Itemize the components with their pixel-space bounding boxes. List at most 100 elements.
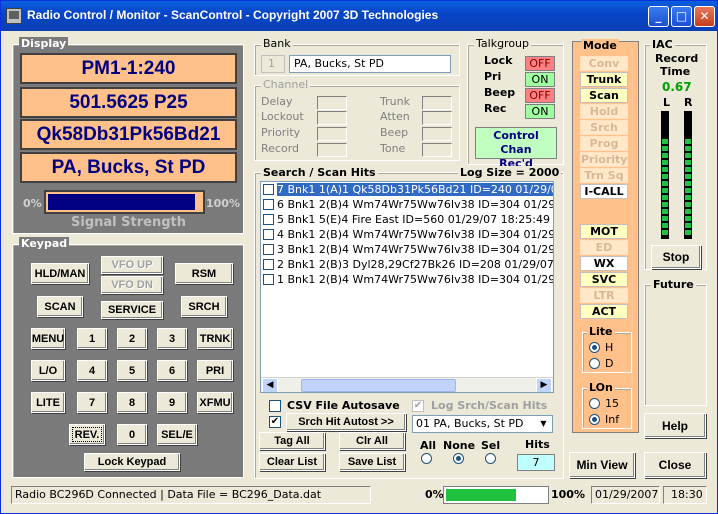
mode-act[interactable]: ACT — [580, 304, 628, 319]
mode-ltr[interactable]: LTR — [580, 288, 628, 303]
bank-select-dropdown[interactable]: 01 PA, Bucks, St PD ▼ — [412, 415, 553, 433]
clear-list-button[interactable]: Clear List — [259, 453, 325, 471]
mode-ed[interactable]: ED — [580, 240, 628, 255]
trnk-button[interactable]: TRNK — [197, 328, 233, 349]
title-bar: Radio Control / Monitor - ScanControl - … — [1, 1, 717, 31]
maximize-button[interactable]: □ — [671, 6, 692, 27]
key-2[interactable]: 2 — [117, 328, 147, 349]
vfo-dn-button[interactable]: VFO DN — [101, 276, 163, 294]
save-list-button[interactable]: Save List — [339, 453, 405, 471]
list-item[interactable]: 2 Bnk1 2(B)3 Dyl28,29Cf27Bk26 ID=208 01/… — [263, 258, 553, 273]
service-button[interactable]: SERVICE — [101, 301, 163, 319]
select-all-radio[interactable] — [421, 453, 432, 464]
scroll-thumb[interactable] — [301, 379, 456, 392]
lite-h-radio[interactable] — [589, 342, 600, 353]
ch-priority-box — [317, 127, 347, 141]
tg-rec-indicator[interactable]: ON — [525, 104, 555, 119]
key-7[interactable]: 7 — [77, 392, 107, 413]
key-3[interactable]: 3 — [157, 328, 187, 349]
talkgroup-group-label: Talkgroup — [474, 37, 532, 50]
min-view-button[interactable]: Min View — [569, 452, 635, 478]
mode-trn-sq[interactable]: Trn Sq — [580, 168, 628, 183]
lock-keypad-button[interactable]: Lock Keypad — [84, 453, 180, 471]
bank-number-field[interactable]: 1 — [261, 55, 285, 73]
tg-pri-indicator[interactable]: ON — [525, 72, 555, 87]
mode-i-call[interactable]: I-CALL — [580, 184, 628, 199]
scan-button[interactable]: SCAN — [37, 296, 83, 317]
close-button[interactable]: Close — [644, 452, 706, 478]
mode-conv[interactable]: Conv — [580, 56, 628, 71]
lite-group-label: Lite — [587, 325, 615, 338]
key-8[interactable]: 8 — [117, 392, 147, 413]
mode-prog[interactable]: Prog — [580, 136, 628, 151]
mode-svc[interactable]: SVC — [580, 272, 628, 287]
menu-button[interactable]: MENU — [31, 328, 65, 349]
meter-segment — [685, 167, 691, 172]
srch-hit-autost-button[interactable]: Srch Hit Autost >> — [286, 413, 406, 431]
key-9[interactable]: 9 — [157, 392, 187, 413]
lite-button[interactable]: LITE — [31, 392, 65, 413]
vfo-up-button[interactable]: VFO UP — [101, 256, 163, 274]
list-item[interactable]: 5 Bnk1 5(E)4 Fire East ID=560 01/29/07 1… — [263, 213, 553, 228]
pri-button[interactable]: PRI — [197, 360, 233, 381]
chevron-down-icon[interactable]: ▼ — [536, 417, 551, 431]
key-6[interactable]: 6 — [157, 360, 187, 381]
ch-trunk-label: Trunk — [380, 95, 410, 108]
close-window-button[interactable]: ✕ — [694, 6, 715, 27]
srch-hit-autost-checkbox[interactable]: ✔ — [269, 416, 281, 428]
meter-segment — [662, 146, 668, 151]
lon-15-radio[interactable] — [589, 398, 600, 409]
mode-scan[interactable]: Scan — [580, 88, 628, 103]
scroll-right-arrow-icon[interactable]: ▶ — [536, 378, 552, 392]
list-item[interactable]: 3 Bnk1 2(B)4 Wm74Wr75Ww76Iv38 ID=304 01/… — [263, 243, 553, 258]
window-title: Radio Control / Monitor - ScanControl - … — [27, 8, 439, 22]
sel-e-button[interactable]: SEL/E — [157, 424, 197, 445]
select-none-radio[interactable] — [453, 453, 464, 464]
horizontal-scrollbar[interactable]: ◀ ▶ — [261, 377, 553, 392]
mode-wx[interactable]: WX — [580, 256, 628, 271]
mode-hold[interactable]: Hold — [580, 104, 628, 119]
tg-beep-indicator[interactable]: OFF — [525, 88, 555, 103]
list-item[interactable]: 4 Bnk1 2(B)4 Wm74Wr75Ww76Iv38 ID=304 01/… — [263, 228, 553, 243]
rsm-button[interactable]: RSM — [175, 263, 233, 284]
mode-srch[interactable]: Srch — [580, 120, 628, 135]
list-item[interactable]: 7 Bnk1 1(A)1 Qk58Db31Pk56Bd21 ID=240 01/… — [263, 183, 553, 198]
minimize-button[interactable]: _ — [648, 6, 669, 27]
mode-mot[interactable]: MOT — [580, 224, 628, 239]
future-group — [644, 284, 707, 406]
help-button[interactable]: Help — [644, 413, 706, 438]
meter-segment — [662, 160, 668, 165]
list-item[interactable]: 1 Bnk1 2(B)4 Wm74Wr75Ww76Iv38 ID=304 01/… — [263, 273, 553, 288]
meter-segment — [662, 139, 668, 144]
key-0[interactable]: 0 — [117, 424, 147, 445]
lo-button[interactable]: L/O — [31, 360, 65, 381]
select-sel-label: Sel — [481, 439, 501, 452]
tg-lock-indicator[interactable]: OFF — [525, 56, 555, 71]
hits-list[interactable]: 7 Bnk1 1(A)1 Qk58Db31Pk56Bd21 ID=240 01/… — [260, 181, 554, 393]
scroll-left-arrow-icon[interactable]: ◀ — [262, 378, 278, 392]
lite-d-radio[interactable] — [589, 358, 600, 369]
display-line-1: PM1-1:240 — [20, 53, 237, 84]
hld-man-button[interactable]: HLD/MAN — [31, 263, 89, 284]
csv-autosave-checkbox[interactable] — [269, 400, 281, 412]
key-1[interactable]: 1 — [77, 328, 107, 349]
mode-priority[interactable]: Priority — [580, 152, 628, 167]
ch-delay-label: Delay — [261, 95, 293, 108]
srch-button[interactable]: SRCH — [181, 296, 227, 317]
clr-all-button[interactable]: Clr All — [339, 432, 405, 450]
ch-trunk-box — [422, 96, 452, 110]
lon-inf-radio[interactable] — [589, 414, 600, 425]
select-sel-radio[interactable] — [485, 453, 496, 464]
meter-segment — [662, 230, 668, 235]
key-5[interactable]: 5 — [117, 360, 147, 381]
mode-trunk[interactable]: Trunk — [580, 72, 628, 87]
stop-button[interactable]: Stop — [651, 245, 701, 269]
tag-all-button[interactable]: Tag All — [259, 432, 325, 450]
log-srch-checkbox[interactable]: ✔ — [412, 400, 424, 412]
list-item[interactable]: 6 Bnk1 2(B)4 Wm74Wr75Ww76Iv38 ID=304 01/… — [263, 198, 553, 213]
meter-segment — [662, 223, 668, 228]
rev-button[interactable]: REV. — [69, 424, 105, 445]
bank-name-field[interactable]: PA, Bucks, St PD — [289, 55, 451, 73]
xfmu-button[interactable]: XFMU — [197, 392, 233, 413]
key-4[interactable]: 4 — [77, 360, 107, 381]
